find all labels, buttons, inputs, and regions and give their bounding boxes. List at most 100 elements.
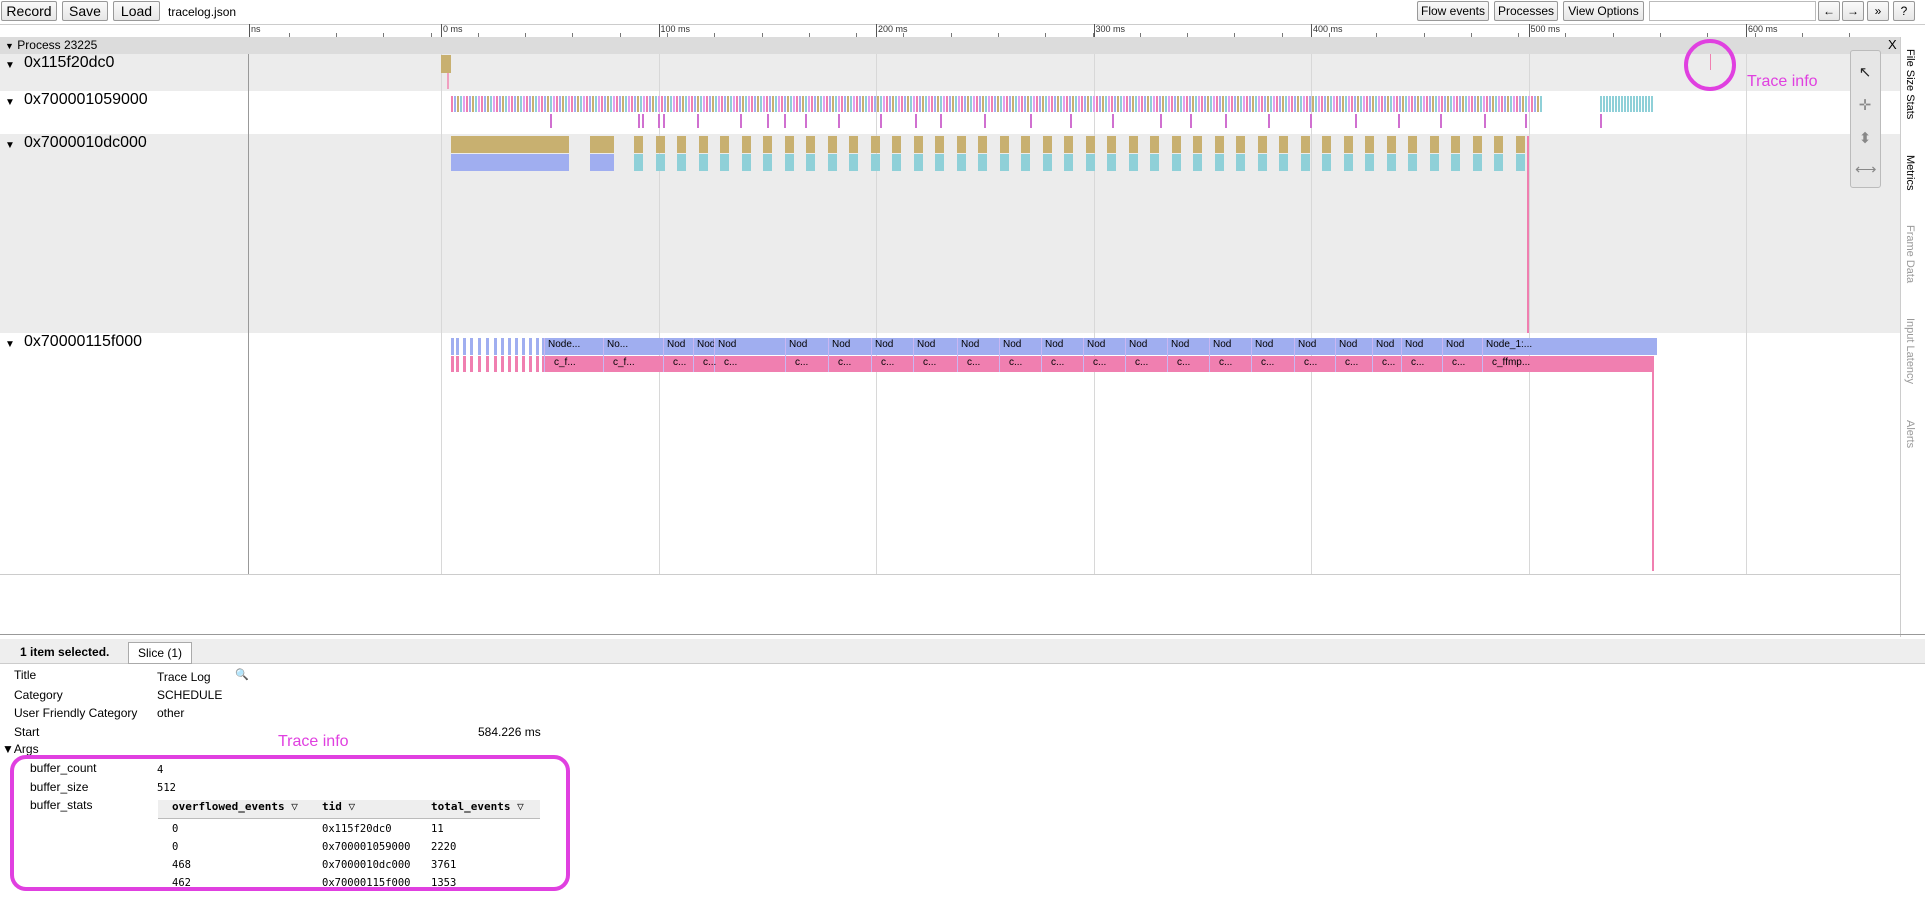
slice[interactable] [456, 338, 459, 355]
slice[interactable] [441, 55, 451, 73]
slice[interactable] [1168, 96, 1170, 112]
slice[interactable] [814, 96, 816, 112]
slice[interactable] [1525, 114, 1527, 128]
slice[interactable] [637, 96, 639, 112]
slice[interactable] [1450, 96, 1452, 112]
slice[interactable] [1234, 96, 1236, 112]
slice[interactable] [1435, 96, 1437, 112]
slice[interactable] [478, 338, 481, 355]
slice[interactable] [1087, 96, 1089, 112]
slice[interactable] [874, 96, 876, 112]
slice[interactable] [1268, 114, 1270, 128]
slice[interactable] [1021, 136, 1030, 153]
slice[interactable] [493, 96, 495, 112]
help-button[interactable]: ? [1893, 1, 1915, 21]
slice[interactable] [956, 136, 966, 153]
slice[interactable] [982, 96, 984, 112]
thread-label[interactable]: ▼ 0x7000010dc000 [0, 134, 249, 333]
slice[interactable] [1480, 96, 1482, 112]
slice-label[interactable]: Node_1:... [1486, 339, 1532, 350]
save-button[interactable]: Save [62, 1, 108, 21]
slice[interactable] [1330, 96, 1332, 112]
slice[interactable] [904, 96, 906, 112]
slice[interactable] [1369, 96, 1371, 112]
zoom-icon[interactable]: ⬍ [1855, 129, 1875, 149]
slice[interactable] [1336, 96, 1338, 112]
slice[interactable] [775, 96, 777, 112]
slice[interactable] [1615, 96, 1617, 112]
slice[interactable] [1213, 96, 1215, 112]
slice[interactable] [1048, 96, 1050, 112]
slice[interactable] [1210, 96, 1212, 112]
slice[interactable] [1417, 96, 1419, 112]
slice[interactable] [508, 338, 511, 355]
slice[interactable] [784, 154, 794, 171]
slice[interactable] [640, 96, 642, 112]
slice[interactable] [1085, 136, 1095, 153]
slice[interactable] [577, 96, 579, 112]
slice[interactable] [943, 96, 945, 112]
slice[interactable] [505, 96, 507, 112]
slice[interactable] [670, 96, 672, 112]
slice[interactable] [1261, 96, 1263, 112]
slice[interactable] [1519, 96, 1521, 112]
select-pointer-icon[interactable]: ↖ [1855, 63, 1875, 83]
slice[interactable] [847, 96, 849, 112]
slice[interactable] [829, 96, 831, 112]
slice[interactable] [1243, 96, 1245, 112]
slice[interactable] [676, 96, 678, 112]
slice[interactable] [1012, 96, 1014, 112]
slice[interactable] [1297, 96, 1299, 112]
slice[interactable] [928, 96, 930, 112]
slice[interactable] [1516, 96, 1518, 112]
slice-label[interactable]: Nod [1213, 339, 1231, 350]
slice[interactable] [664, 96, 666, 112]
slice[interactable] [1600, 96, 1602, 112]
slice[interactable] [1193, 136, 1202, 153]
slice[interactable] [454, 96, 456, 112]
slice[interactable] [1348, 96, 1350, 112]
slice[interactable] [517, 96, 519, 112]
slice[interactable] [1318, 96, 1320, 112]
slice[interactable] [501, 356, 504, 372]
timing-icon[interactable]: ⟷ [1855, 160, 1877, 180]
slice[interactable] [808, 96, 810, 112]
slice[interactable] [1492, 96, 1494, 112]
slice[interactable] [658, 114, 660, 128]
slice[interactable] [592, 96, 594, 112]
slice[interactable] [1522, 96, 1524, 112]
slice[interactable] [1270, 96, 1272, 112]
slice[interactable] [1107, 136, 1116, 153]
slice[interactable] [961, 96, 963, 112]
slice[interactable] [634, 154, 643, 171]
slice[interactable] [1624, 96, 1626, 112]
slice[interactable] [613, 96, 615, 112]
slice[interactable] [511, 96, 513, 112]
slice[interactable] [698, 136, 708, 153]
slice[interactable] [1255, 96, 1257, 112]
slice[interactable] [451, 338, 454, 355]
slice[interactable] [451, 356, 454, 372]
slice[interactable] [838, 96, 840, 112]
slice[interactable] [1021, 96, 1023, 112]
slice[interactable] [1300, 154, 1310, 171]
slice[interactable] [853, 96, 855, 112]
slice[interactable] [1160, 114, 1162, 128]
slice[interactable] [1129, 96, 1131, 112]
slice[interactable] [1451, 136, 1460, 153]
slice[interactable] [1540, 96, 1542, 112]
slice[interactable] [715, 96, 717, 112]
thread-track-3[interactable]: ▼ 0x7000010dc000 [0, 134, 1900, 333]
slice[interactable] [1246, 96, 1248, 112]
slice[interactable] [631, 96, 633, 112]
slice[interactable] [1393, 96, 1395, 112]
slice-label[interactable]: c... [1135, 357, 1148, 368]
slice[interactable] [556, 96, 558, 112]
slice[interactable] [677, 136, 686, 153]
slice[interactable] [1273, 96, 1275, 112]
tab-slice[interactable]: Slice (1) [128, 642, 193, 664]
slice[interactable] [1030, 114, 1032, 128]
slice[interactable] [849, 136, 858, 153]
slice[interactable] [1112, 114, 1114, 128]
slice[interactable] [935, 154, 944, 171]
